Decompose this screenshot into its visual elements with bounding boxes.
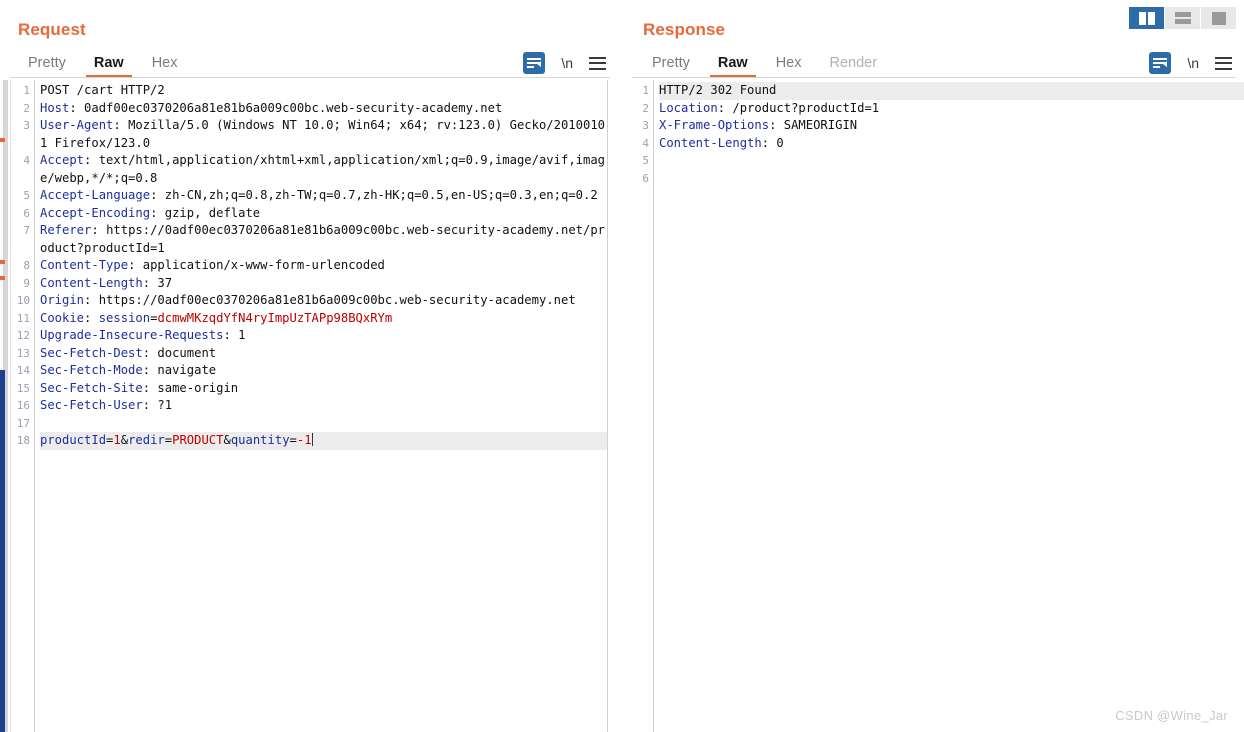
response-panel-title: Response (643, 20, 726, 39)
response-tool-icons: \n (1149, 52, 1232, 74)
layout-toggle-group (1129, 7, 1236, 29)
line-number: 6 (642, 171, 649, 185)
newline-toggle-icon[interactable]: \n (1187, 55, 1199, 71)
line-number: 6 (23, 206, 30, 220)
line-number-continuation: . (11, 240, 34, 258)
response-tabbar-divider (632, 77, 1236, 78)
request-line-number-gutter: 123.4.567.89101112131415161718 (11, 80, 35, 732)
response-editor[interactable]: 1 2 3 4 5 6 HTTP/2 302 Found Location: /produc… (632, 80, 1244, 732)
response-code-area[interactable]: HTTP/2 302 Found Location: /product?produ… (654, 80, 1244, 732)
line-number: 8 (23, 259, 30, 272)
request-code-area[interactable]: POST /cart HTTP/2 Host: 0adf00ec0370206a8… (35, 80, 607, 732)
line-number: 7 (23, 224, 30, 237)
code-line: HTTP/2 302 Found (659, 82, 1244, 100)
code-line: Sec-Fetch-Mode: navigate (40, 363, 217, 377)
tab-request-hex[interactable]: Hex (138, 55, 192, 78)
code-line: User-Agent: Mozilla/5.0 (Windows NT 10.0… (40, 118, 605, 150)
response-tabs: Pretty Raw Hex Render (638, 48, 891, 78)
stacked-view-icon (1174, 12, 1191, 24)
line-number: 9 (23, 276, 30, 290)
line-number: 10 (16, 294, 30, 307)
line-number: 11 (16, 311, 30, 325)
request-panel-title: Request (18, 20, 86, 39)
request-tabbar: Pretty Raw Hex \n (0, 48, 622, 78)
layout-single-view-button[interactable] (1201, 7, 1236, 29)
code-line: Host: 0adf00ec0370206a81e81b6a009c00bc.w… (40, 100, 503, 115)
line-number: 14 (16, 364, 30, 377)
response-tabbar: Pretty Raw Hex Render \n (624, 48, 1244, 78)
code-line: Accept-Language: zh-CN,zh;q=0.8,zh-TW;q=… (40, 188, 598, 202)
single-view-icon (1211, 11, 1226, 25)
line-number-continuation: . (11, 170, 34, 188)
request-panel: Request Pretty Raw Hex \n 12 3 4 5 6 7 8… (0, 0, 622, 732)
tab-response-pretty[interactable]: Pretty (638, 55, 704, 78)
line-number: 1 (642, 84, 649, 97)
code-line: Content-Length: 37 (40, 275, 173, 290)
line-number: 13 (16, 346, 30, 360)
code-line: Location: /product?productId=1 (659, 100, 880, 115)
scroll-marker (0, 276, 5, 280)
code-line: Content-Type: application/x-www-form-url… (40, 258, 385, 272)
scroll-marker (0, 260, 5, 264)
code-line: Accept-Encoding: gzip, deflate (40, 205, 261, 220)
code-line: Referer: https://0adf00ec0370206a81e81b6… (40, 223, 606, 255)
line-number: 18 (16, 434, 30, 447)
line-number: 1 (23, 84, 30, 97)
scrollbar-thumb[interactable] (0, 370, 5, 732)
word-wrap-icon[interactable] (523, 52, 546, 74)
request-margin-scrollbar[interactable] (0, 80, 11, 732)
response-line-number-gutter: 1 2 3 4 5 6 (632, 80, 654, 732)
line-number: 17 (16, 416, 30, 430)
line-number: 12 (16, 329, 30, 342)
line-number: 4 (23, 154, 30, 167)
code-line: Upgrade-Insecure-Requests: 1 (40, 328, 246, 342)
code-line: Accept: text/html,application/xhtml+xml,… (40, 153, 606, 185)
watermark: CSDN @Wine_Jar (1115, 708, 1228, 723)
response-hamburger-menu-icon[interactable] (1215, 56, 1232, 70)
line-number-continuation: . (11, 135, 34, 153)
response-panel: Response Pretty Raw Hex Render \n 1 2 3 4 5 6… (624, 0, 1244, 732)
request-editor[interactable]: 123.4.567.89101112131415161718 POST /car… (11, 80, 608, 732)
word-wrap-icon[interactable] (1149, 52, 1172, 74)
line-number: 3 (23, 119, 30, 132)
code-line: X-Frame-Options: SAMEORIGIN (659, 118, 858, 132)
request-tabbar-divider (10, 77, 610, 78)
newline-toggle-icon[interactable]: \n (561, 55, 573, 71)
code-line: POST /cart HTTP/2 (40, 83, 165, 97)
request-tool-icons: \n (523, 52, 606, 74)
burp-repeater-view: Request Pretty Raw Hex \n 12 3 4 5 6 7 8… (0, 0, 1244, 732)
request-hamburger-menu-icon[interactable] (589, 56, 606, 70)
code-line: Cookie: session=dcmwMKzqdYfN4ryImpUzTAPp… (40, 310, 393, 325)
code-line: Sec-Fetch-Dest: document (40, 345, 217, 360)
tab-response-render[interactable]: Render (816, 55, 892, 78)
line-number: 16 (16, 399, 30, 412)
line-number: 2 (642, 101, 649, 115)
scroll-marker (0, 138, 5, 142)
request-tabs: Pretty Raw Hex (14, 48, 192, 78)
line-number: 3 (642, 119, 649, 132)
line-number: 15 (16, 381, 30, 395)
tab-response-hex[interactable]: Hex (762, 55, 816, 78)
code-line: productId=1&redir=PRODUCT&quantity=-1 (40, 432, 607, 450)
code-line: Origin: https://0adf00ec0370206a81e81b6a… (40, 293, 576, 307)
layout-split-view-button[interactable] (1129, 7, 1164, 29)
split-view-icon (1138, 11, 1155, 25)
code-line: Sec-Fetch-Site: same-origin (40, 380, 239, 395)
line-number: 4 (642, 136, 649, 150)
code-line: Sec-Fetch-User: ?1 (40, 398, 173, 412)
tab-response-raw[interactable]: Raw (704, 55, 762, 78)
line-number: 5 (23, 189, 30, 202)
tab-request-raw[interactable]: Raw (80, 55, 138, 78)
tab-request-pretty[interactable]: Pretty (14, 55, 80, 78)
line-number: 5 (642, 154, 649, 167)
layout-stacked-view-button[interactable] (1165, 7, 1200, 29)
line-number: 2 (23, 101, 30, 115)
code-line: Content-Length: 0 (659, 135, 784, 150)
